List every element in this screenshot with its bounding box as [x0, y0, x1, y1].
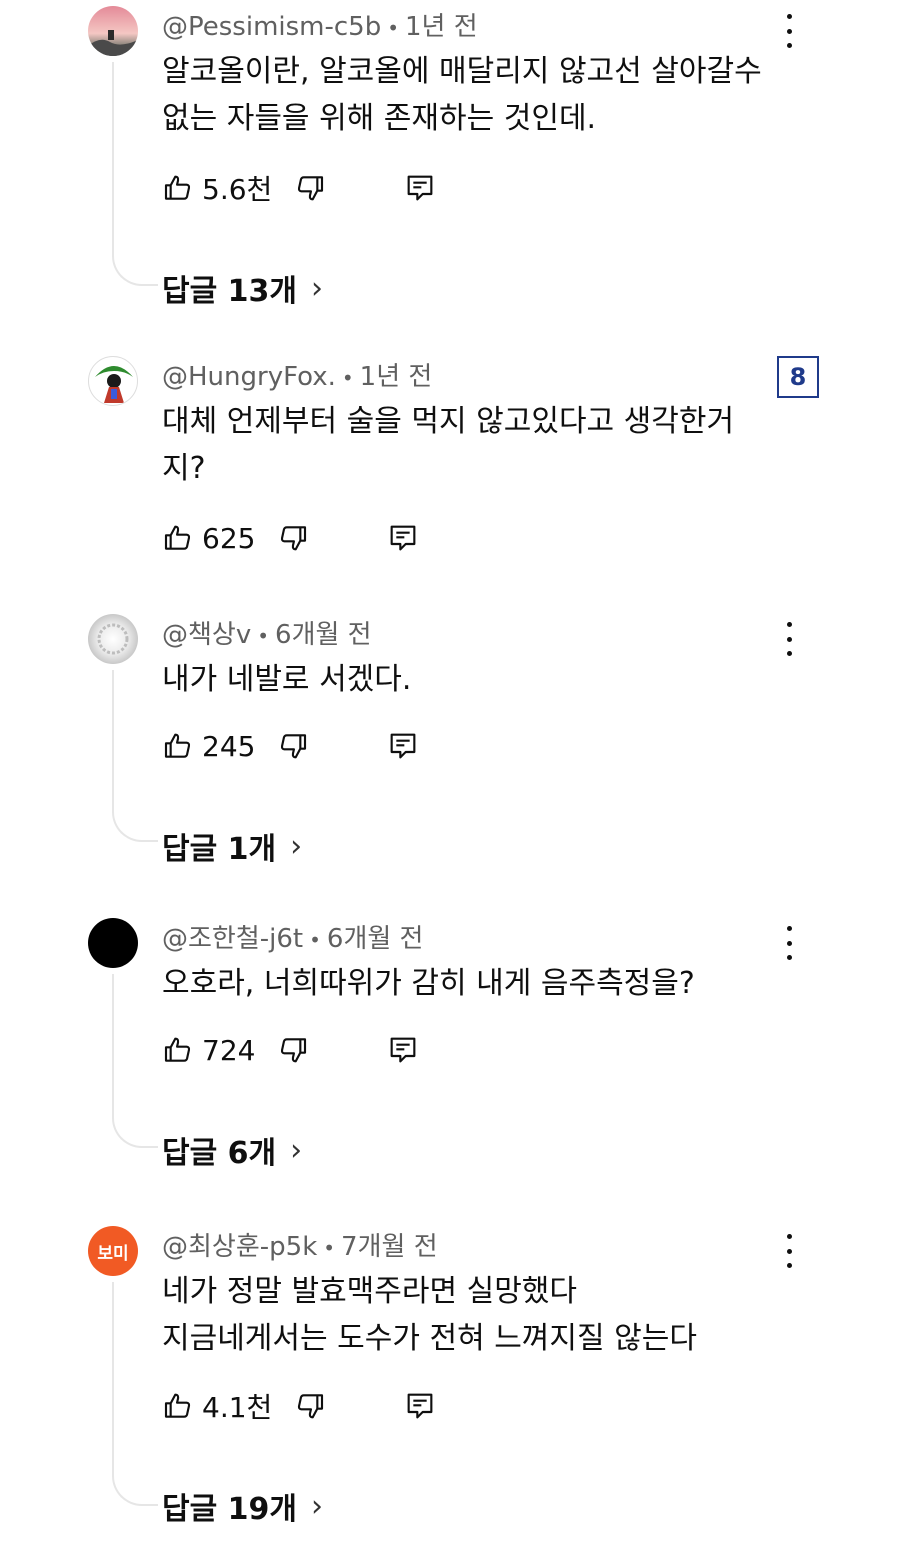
- view-replies-button[interactable]: 답글 13개 ›: [162, 266, 323, 310]
- thumbs-down-icon[interactable]: [294, 172, 326, 204]
- comment-actions: 245: [162, 726, 419, 766]
- thumbs-up-icon[interactable]: [162, 522, 194, 554]
- more-vert-icon[interactable]: [778, 1234, 800, 1268]
- comment-text: 알코올이란, 알코올에 매달리지 않고선 살아갈수 없는 자들을 위해 존재하는…: [162, 54, 762, 136]
- comment-text: 내가 네발로 서겠다.: [162, 662, 412, 697]
- replies-count-label: 답글 13개: [162, 274, 297, 309]
- number-badge: 8: [777, 356, 819, 398]
- chevron-right-icon: ›: [311, 270, 323, 306]
- comment-text: 오호라, 너희따위가 감히 내게 음주측정을?: [162, 966, 695, 1001]
- comment-time: 6개월 전: [275, 620, 372, 650]
- chevron-right-icon: ›: [290, 1132, 303, 1168]
- like-count: 5.6천: [202, 173, 273, 206]
- avatar[interactable]: 보미: [88, 1226, 138, 1276]
- comment-header: @책상v • 6개월 전: [162, 614, 372, 651]
- reply-icon[interactable]: [404, 1390, 436, 1422]
- thumbs-down-icon[interactable]: [277, 1034, 309, 1066]
- separator-dot: •: [387, 16, 400, 40]
- like-count: 625: [202, 521, 256, 555]
- thread-connector: [112, 670, 158, 842]
- replies-count-label: 답글 1개: [162, 832, 277, 867]
- comment-text: 네가 정말 발효맥주라면 실망했다 지금네게서는 도수가 전혀 느껴지질 않는다: [162, 1274, 697, 1356]
- avatar-initials: 보미: [97, 1243, 129, 1264]
- replies-count-label: 답글 19개: [162, 1492, 297, 1527]
- thumbs-down-icon[interactable]: [294, 1390, 326, 1422]
- more-vert-icon[interactable]: [778, 926, 800, 960]
- avatar[interactable]: [88, 356, 138, 406]
- view-replies-button[interactable]: 답글 19개 ›: [162, 1484, 323, 1528]
- thumbs-up-icon[interactable]: [162, 1390, 194, 1422]
- separator-dot: •: [341, 366, 354, 390]
- separator-dot: •: [323, 1236, 336, 1260]
- comment-item: @HungryFox. • 1년 전 대체 언제부터 술을 먹지 않고있다고 생각한…: [0, 350, 900, 590]
- view-replies-button[interactable]: 답글 1개 ›: [162, 824, 302, 868]
- view-replies-button[interactable]: 답글 6개 ›: [162, 1128, 302, 1172]
- comment-time: 7개월 전: [341, 1232, 438, 1262]
- like-count: 4.1천: [202, 1391, 273, 1424]
- comment-time: 1년 전: [359, 362, 433, 392]
- like-count: 724: [202, 1033, 256, 1067]
- thumbs-up-icon[interactable]: [162, 172, 194, 204]
- comment-time: 6개월 전: [326, 924, 424, 954]
- avatar-image-icon: [88, 30, 138, 56]
- replies-count-label: 답글 6개: [162, 1136, 277, 1171]
- comment-author[interactable]: @HungryFox.: [162, 362, 336, 392]
- avatar[interactable]: [88, 918, 138, 968]
- comment-actions: 625: [162, 518, 419, 558]
- thumbs-up-icon[interactable]: [162, 730, 194, 762]
- comment-item: 보미 @최상훈-p5k • 7개월 전 네가 정말 발효맥주라면 실망했다 지금네게…: [0, 1220, 900, 1540]
- comment-actions: 4.1천: [162, 1386, 436, 1426]
- avatar[interactable]: [88, 6, 138, 56]
- more-vert-icon[interactable]: [778, 14, 800, 48]
- comment-author[interactable]: @최상훈-p5k: [162, 1232, 317, 1262]
- thumbs-up-icon[interactable]: [162, 1034, 194, 1066]
- chevron-right-icon: ›: [311, 1488, 323, 1524]
- thumbs-down-icon[interactable]: [277, 730, 309, 762]
- comment-author[interactable]: @Pessimism-c5b: [162, 12, 381, 42]
- thumbs-down-icon[interactable]: [277, 522, 309, 554]
- chevron-right-icon: ›: [290, 828, 303, 864]
- comment-time: 1년 전: [405, 12, 478, 42]
- thread-connector: [112, 1282, 158, 1506]
- comment-author[interactable]: @조한철-j6t: [162, 924, 303, 954]
- reply-icon[interactable]: [387, 1034, 419, 1066]
- more-vert-icon[interactable]: [778, 622, 800, 656]
- comment-actions: 5.6천: [162, 168, 436, 208]
- avatar-image-icon: [97, 623, 129, 655]
- comment-header: @최상훈-p5k • 7개월 전: [162, 1226, 438, 1263]
- comment-header: @Pessimism-c5b • 1년 전: [162, 6, 478, 43]
- reply-icon[interactable]: [387, 522, 419, 554]
- comment-author[interactable]: @책상v: [162, 620, 251, 650]
- thread-connector: [112, 974, 158, 1148]
- comment-text: 대체 언제부터 술을 먹지 않고있다고 생각한거 지?: [162, 404, 735, 486]
- comment-header: @조한철-j6t • 6개월 전: [162, 918, 423, 955]
- comment-item: @Pessimism-c5b • 1년 전 알코올이란, 알코올에 매달리지 않고선…: [0, 0, 900, 320]
- comment-actions: 724: [162, 1030, 419, 1070]
- like-count: 245: [202, 729, 256, 763]
- comment-item: @조한철-j6t • 6개월 전 오호라, 너희따위가 감히 내게 음주측정을? 7…: [0, 912, 900, 1182]
- comment-header: @HungryFox. • 1년 전: [162, 356, 432, 393]
- separator-dot: •: [257, 624, 270, 648]
- avatar-image-icon: [92, 360, 136, 404]
- thread-connector: [112, 62, 158, 286]
- reply-icon[interactable]: [404, 172, 436, 204]
- reply-icon[interactable]: [387, 730, 419, 762]
- avatar[interactable]: [88, 614, 138, 664]
- comment-item: @책상v • 6개월 전 내가 네발로 서겠다. 245 답글 1개 ›: [0, 608, 900, 878]
- separator-dot: •: [309, 928, 321, 952]
